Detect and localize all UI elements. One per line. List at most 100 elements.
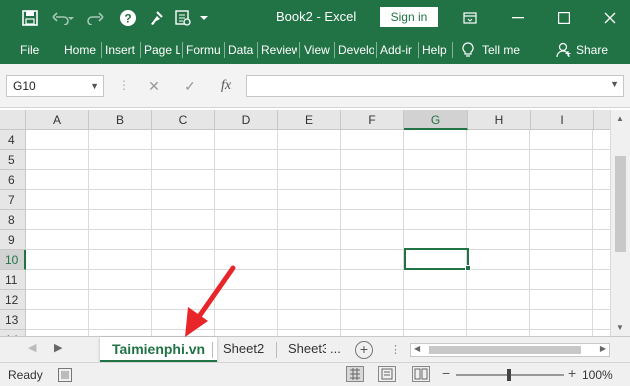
ribbon-display-icon[interactable] [452, 0, 488, 36]
sheet-tab-sheet2[interactable]: Sheet2 [223, 337, 264, 362]
help-icon[interactable]: ? [116, 0, 140, 36]
row-header-9[interactable]: 9 [0, 230, 26, 250]
tab-divider [140, 42, 141, 58]
scroll-left-icon[interactable]: ◀ [414, 344, 420, 353]
sheet-tab-taimienphi[interactable]: Taimienphi.vn [100, 337, 218, 362]
chevron-down-icon[interactable]: ▼ [90, 76, 99, 96]
vertical-scrollbar[interactable]: ▲ ▼ [610, 110, 630, 336]
window-title: Book2 - Excel [276, 9, 357, 24]
row-header-12[interactable]: 12 [0, 290, 26, 310]
enter-entry-button[interactable]: ✓ [176, 75, 204, 97]
name-box[interactable]: G10 ▼ [6, 75, 104, 97]
more-sheets-button[interactable]: ... [330, 337, 341, 362]
tab-data[interactable]: Data [228, 36, 255, 64]
column-header-i[interactable]: I [531, 110, 594, 130]
sheet-tab-bar: ◀ ▶ Taimienphi.vn Sheet2 Sheet3 ... + ⋮ … [0, 336, 630, 362]
svg-text:?: ? [124, 12, 131, 26]
row-header-6[interactable]: 6 [0, 170, 26, 190]
prev-sheet-icon[interactable]: ◀ [28, 341, 36, 354]
tab-help[interactable]: Help [422, 36, 450, 64]
tell-me-search[interactable]: Tell me [482, 36, 520, 64]
share-button[interactable]: Share [576, 36, 608, 64]
name-box-value: G10 [13, 79, 36, 93]
row-header-7[interactable]: 7 [0, 190, 26, 210]
tab-divider [182, 42, 183, 58]
tab-file[interactable]: File [20, 36, 39, 64]
column-header-f[interactable]: F [341, 110, 404, 130]
row-header-13[interactable]: 13 [0, 310, 26, 330]
tab-divider [334, 42, 335, 58]
lightbulb-icon [458, 36, 478, 64]
maximize-icon[interactable] [546, 0, 582, 36]
status-bar: Ready − + 100% [0, 362, 630, 386]
row-header-5[interactable]: 5 [0, 150, 26, 170]
insert-function-button[interactable]: fx [212, 75, 240, 97]
divider-dots-icon[interactable]: ⋮ [390, 343, 401, 356]
scroll-down-icon[interactable]: ▼ [616, 323, 624, 332]
tab-divider [101, 42, 102, 58]
print-preview-icon[interactable] [170, 0, 196, 36]
row-header-8[interactable]: 8 [0, 210, 26, 230]
worksheet-grid[interactable]: A B C D E F G H I 4 5 6 7 8 9 10 11 12 1… [0, 110, 630, 336]
tab-formulas[interactable]: Formu [186, 36, 222, 64]
page-break-view-icon[interactable] [412, 366, 430, 382]
tab-divider [257, 42, 258, 58]
horizontal-scroll-thumb[interactable] [429, 346, 581, 354]
normal-view-icon[interactable] [346, 366, 364, 382]
status-text: Ready [8, 368, 43, 382]
sign-in-button[interactable]: Sign in [380, 7, 438, 27]
zoom-out-button[interactable]: − [442, 365, 450, 381]
minimize-icon[interactable] [500, 0, 536, 36]
page-layout-view-icon[interactable] [378, 366, 396, 382]
zoom-slider-thumb[interactable] [507, 369, 511, 381]
tab-divider [212, 342, 213, 358]
person-icon [554, 36, 574, 64]
vertical-scroll-thumb[interactable] [615, 156, 626, 252]
column-header-d[interactable]: D [215, 110, 278, 130]
cell-area[interactable] [26, 130, 610, 336]
sheet-tab-sheet3[interactable]: Sheet3 [288, 337, 326, 362]
divider-dots-icon: ⋮ [118, 78, 130, 92]
formula-input[interactable]: ▼ [246, 75, 624, 97]
next-sheet-icon[interactable]: ▶ [54, 341, 62, 354]
select-all-corner[interactable] [0, 110, 26, 130]
row-header-4[interactable]: 4 [0, 130, 26, 150]
tab-divider [452, 42, 453, 58]
tab-developer[interactable]: Develo [338, 36, 374, 64]
save-icon[interactable] [16, 0, 44, 36]
active-cell[interactable] [404, 248, 469, 270]
tab-page-layout[interactable]: Page L [144, 36, 180, 64]
row-header-10[interactable]: 10 [0, 250, 26, 270]
tab-divider [276, 342, 277, 358]
customize-icon[interactable] [196, 0, 212, 36]
tab-add-ins[interactable]: Add-ir [380, 36, 416, 64]
ribbon-tabs: File Home Insert Page L Formu Data Revie… [0, 36, 630, 64]
scroll-up-icon[interactable]: ▲ [616, 114, 624, 123]
cancel-entry-button[interactable]: ✕ [140, 75, 168, 97]
add-sheet-button[interactable]: + [355, 341, 373, 359]
tab-view[interactable]: View [304, 36, 331, 64]
tab-insert[interactable]: Insert [105, 36, 139, 64]
zoom-in-button[interactable]: + [568, 365, 576, 381]
tab-review[interactable]: Review [261, 36, 297, 64]
column-header-c[interactable]: C [152, 110, 215, 130]
column-header-h[interactable]: H [468, 110, 531, 130]
close-icon[interactable] [592, 0, 628, 36]
column-header-b[interactable]: B [89, 110, 152, 130]
tab-divider [376, 42, 377, 58]
fill-handle[interactable] [465, 265, 471, 271]
horizontal-scrollbar[interactable]: ◀ ▶ [410, 343, 610, 357]
tab-home[interactable]: Home [64, 36, 98, 64]
scroll-right-icon[interactable]: ▶ [600, 344, 606, 353]
column-header-g[interactable]: G [404, 110, 468, 130]
zoom-level[interactable]: 100% [582, 368, 613, 382]
redo-icon[interactable] [82, 0, 112, 36]
column-header-e[interactable]: E [278, 110, 341, 130]
column-header-a[interactable]: A [26, 110, 89, 130]
undo-icon[interactable] [48, 0, 78, 36]
macro-record-icon[interactable] [58, 368, 72, 385]
chevron-down-icon[interactable]: ▼ [610, 79, 619, 89]
row-header-11[interactable]: 11 [0, 270, 26, 290]
title-bar: ? Book2 - Excel Sign in [0, 0, 630, 36]
format-painter-icon[interactable] [144, 0, 168, 36]
